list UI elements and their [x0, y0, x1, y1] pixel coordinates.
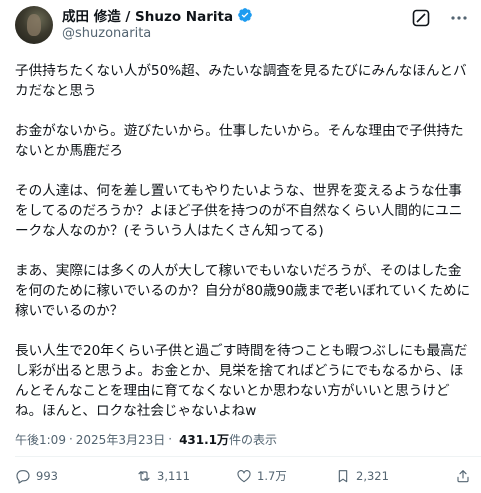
bookmark-count: 2,321 [356, 469, 389, 483]
reply-button[interactable]: 993 [15, 466, 58, 486]
post-paragraph: お金がないから。遊びたいから。仕事したいから。そんな理由で子供持たないとか馬鹿だ… [15, 123, 464, 159]
like-button[interactable]: 1.7万 [236, 466, 287, 486]
verified-badge-icon [237, 7, 253, 23]
view-count-label: 件の表示 [229, 432, 278, 447]
like-count: 1.7万 [257, 469, 287, 483]
repost-count: 3,111 [157, 469, 190, 483]
repost-icon [138, 471, 150, 481]
post-meta: 午後1:09 · 2025年3月23日 · 431.1万 件の表示 [15, 430, 277, 448]
post-paragraph: まあ、実際には多くの人が大して稼いでもいないだろうが、そのはした金を何のために稼… [15, 263, 471, 319]
author-name-row[interactable]: 成田 修造 / Shuzo Narita [62, 5, 253, 25]
meta-separator: · [68, 432, 73, 446]
post-time[interactable]: 午後1:09 [15, 431, 66, 448]
more-options-icon[interactable] [449, 8, 469, 28]
post-date[interactable]: 2025年3月23日 [76, 431, 165, 448]
reply-icon [16, 470, 30, 484]
post-text: 子供持ちたくない人が50%超、みたいな調査を見るたびにみんなほんとバカだなと思う… [15, 61, 473, 421]
meta-separator: · [168, 432, 173, 446]
heart-icon [237, 470, 251, 483]
bookmark-icon [338, 470, 348, 483]
bookmark-count-button[interactable]: 2,321 [335, 466, 389, 486]
author-handle[interactable]: @shuzonarita [62, 26, 151, 41]
post-header: 成田 修造 / Shuzo Narita @shuzonarita [0, 0, 481, 52]
grok-icon[interactable] [411, 8, 431, 28]
share-button[interactable] [455, 466, 476, 486]
post-paragraph: 長い人生で20年くらい子供と過ごす時間を待つことも暇つぶしにも最高だし彩が出ると… [15, 343, 468, 419]
reply-count: 993 [36, 469, 58, 483]
avatar[interactable] [15, 6, 53, 44]
action-bar: 993 3,111 1.7万 2,321 [0, 466, 481, 486]
post-paragraph: 子供持ちたくない人が50%超、みたいな調査を見るたびにみんなほんとバカだなと思う [15, 63, 467, 99]
post-paragraph: その人達は、何を差し置いてもやりたいような、世界を変えるような仕事をしてるのだろ… [15, 183, 463, 239]
view-count: 431.1万 [179, 432, 230, 447]
author-display-name[interactable]: 成田 修造 / Shuzo Narita [62, 5, 233, 25]
share-icon [457, 470, 469, 483]
repost-button[interactable]: 3,111 [136, 466, 190, 486]
divider [15, 456, 481, 457]
